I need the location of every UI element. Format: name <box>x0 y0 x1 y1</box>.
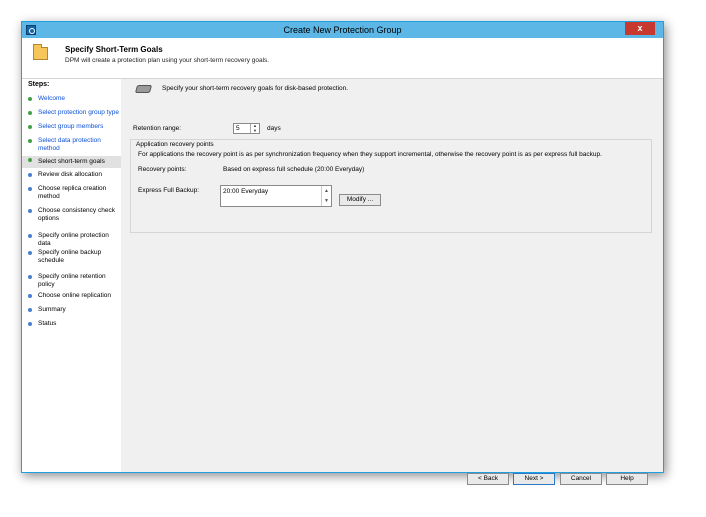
step-status-icon <box>28 158 32 162</box>
step-review-disk-allocation: Review disk allocation <box>22 171 121 183</box>
page-subtitle: DPM will create a protection plan using … <box>65 57 270 64</box>
intro-text: Specify your short-term recovery goals f… <box>162 85 349 92</box>
page-title: Specify Short-Term Goals <box>65 45 163 54</box>
group-title: Application recovery points <box>136 141 214 148</box>
group-description: For applications the recovery point is a… <box>138 151 602 158</box>
step-online-replication: Choose online replication <box>22 292 121 304</box>
step-status-icon <box>28 294 32 298</box>
wizard-window: Create New Protection Group x Specify Sh… <box>21 21 664 485</box>
help-button[interactable]: Help <box>606 473 648 485</box>
modify-button[interactable]: Modify ... <box>339 194 381 206</box>
stepper-arrows[interactable]: ▲ ▼ <box>250 123 259 134</box>
step-summary: Summary <box>22 306 121 318</box>
step-status: Status <box>22 320 121 332</box>
step-label: Welcome <box>38 95 65 102</box>
disk-icon <box>134 85 153 93</box>
step-label: Select protection group type <box>38 109 119 116</box>
express-full-backup-list[interactable]: 20:00 Everyday ▲ ▼ <box>220 185 332 207</box>
step-label: Review disk allocation <box>38 171 102 178</box>
step-label: Choose consistency check options <box>38 207 115 222</box>
step-status-icon <box>28 251 32 255</box>
step-label: Specify online protection data <box>38 232 109 247</box>
steps-title: Steps: <box>28 81 50 88</box>
step-label: Summary <box>38 306 66 313</box>
step-protection-group-type[interactable]: Select protection group type <box>22 109 121 121</box>
folder-icon <box>33 44 48 60</box>
step-status-icon <box>28 173 32 177</box>
scroll-down-icon[interactable]: ▼ <box>322 196 331 206</box>
steps-panel: Steps: Welcome Select protection group t… <box>22 79 121 472</box>
step-label: Specify online backup schedule <box>38 249 102 264</box>
step-status-icon <box>28 322 32 326</box>
title-bar: Create New Protection Group x <box>22 22 663 38</box>
express-full-backup-label: Express Full Backup: <box>138 187 200 194</box>
content-panel: Specify your short-term recovery goals f… <box>122 79 663 485</box>
close-button[interactable]: x <box>625 22 655 35</box>
list-item[interactable]: 20:00 Everyday <box>223 188 268 195</box>
step-status-icon <box>28 125 32 129</box>
step-status-icon <box>28 111 32 115</box>
next-button[interactable]: Next > <box>513 473 555 485</box>
step-group-members[interactable]: Select group members <box>22 123 121 135</box>
scroll-up-icon[interactable]: ▲ <box>322 186 331 196</box>
list-scrollbar[interactable]: ▲ ▼ <box>321 186 331 206</box>
step-label: Select short-term goals <box>38 158 105 165</box>
retention-unit: days <box>267 125 281 132</box>
step-data-protection-method[interactable]: Select data protection method <box>22 137 121 155</box>
window-title: Create New Protection Group <box>283 25 402 35</box>
step-online-backup-schedule: Specify online backup schedule <box>22 249 121 267</box>
step-status-icon <box>28 97 32 101</box>
cancel-button[interactable]: Cancel <box>560 473 602 485</box>
back-button[interactable]: < Back <box>467 473 509 485</box>
retention-range-stepper[interactable]: 5 ▲ ▼ <box>233 123 260 134</box>
step-online-retention-policy: Specify online retention policy <box>22 273 121 288</box>
step-label: Specify online retention policy <box>38 273 106 288</box>
step-status-icon <box>28 209 32 213</box>
step-online-protection-data: Specify online protection data <box>22 232 121 247</box>
retention-range-value: 5 <box>236 125 240 132</box>
stepper-down-icon[interactable]: ▼ <box>251 128 259 134</box>
step-welcome[interactable]: Welcome <box>22 95 121 107</box>
retention-range-label: Retention range: <box>133 125 182 132</box>
step-label: Select data protection method <box>38 137 101 152</box>
step-label: Choose replica creation method <box>38 185 107 200</box>
wizard-header: Specify Short-Term Goals DPM will create… <box>22 38 663 79</box>
step-replica-creation: Choose replica creation method <box>22 185 121 203</box>
step-consistency-check: Choose consistency check options <box>22 207 121 225</box>
step-status-icon <box>28 308 32 312</box>
step-label: Choose online replication <box>38 292 111 299</box>
step-label: Status <box>38 320 57 327</box>
step-short-term-goals[interactable]: Select short-term goals <box>22 156 121 168</box>
step-status-icon <box>28 187 32 191</box>
step-label: Select group members <box>38 123 104 130</box>
recovery-points-label: Recovery points: <box>138 166 187 173</box>
step-status-icon <box>28 275 32 279</box>
step-status-icon <box>28 139 32 143</box>
step-status-icon <box>28 234 32 238</box>
recovery-points-value: Based on express full schedule (20:00 Ev… <box>223 166 365 173</box>
